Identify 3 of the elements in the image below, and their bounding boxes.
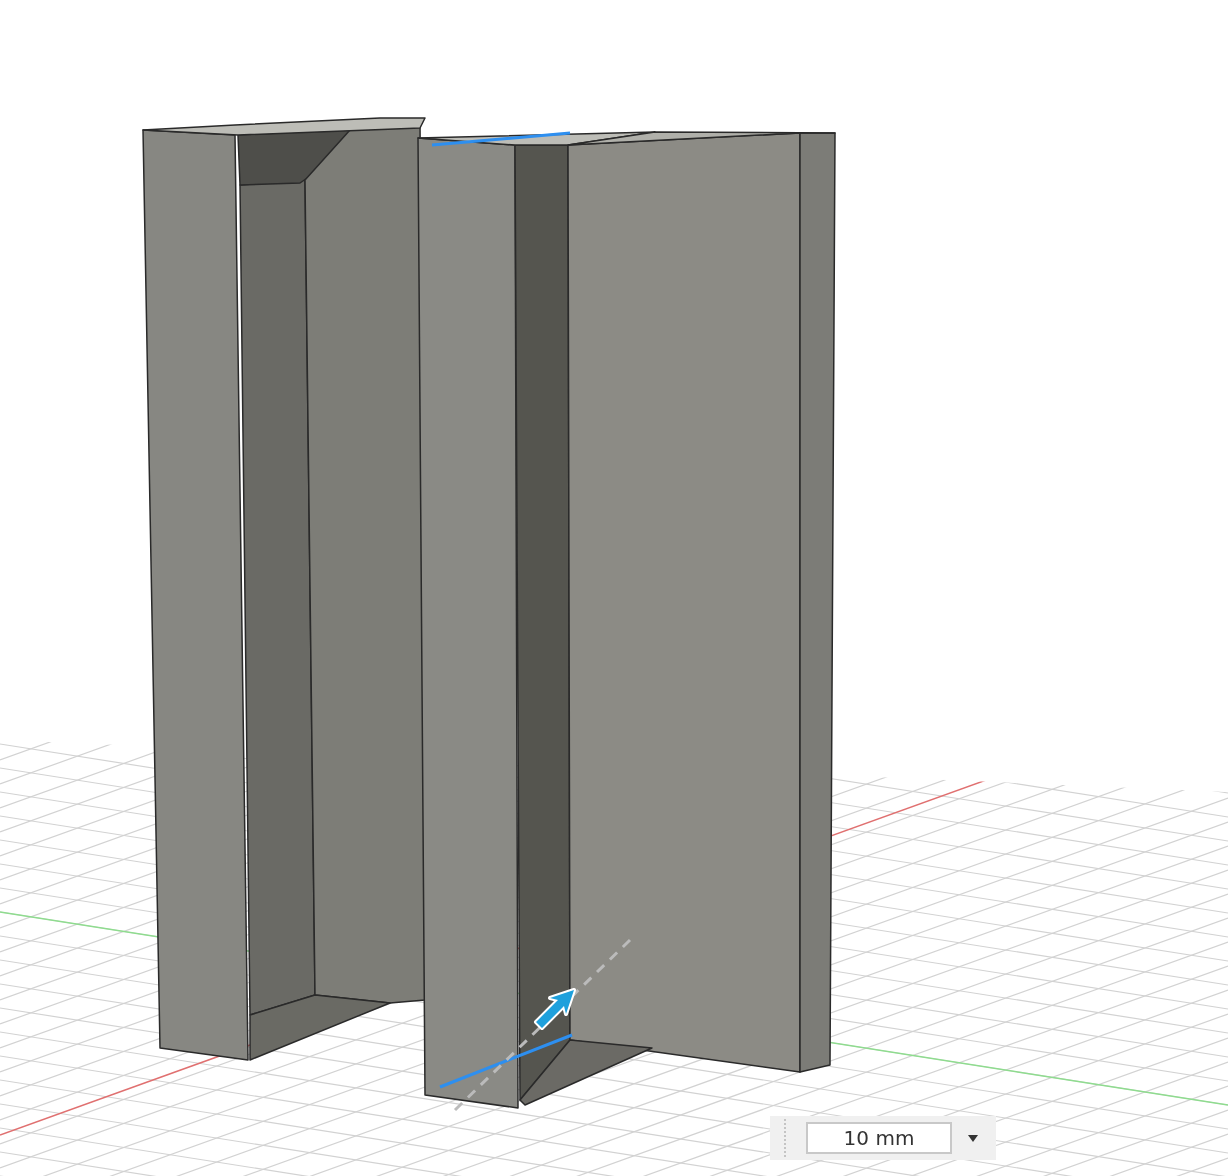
move-arrow-icon[interactable] [534,988,576,1030]
dimension-input-field[interactable]: 10 mm [806,1122,952,1154]
caret-icon[interactable] [968,1134,978,1142]
